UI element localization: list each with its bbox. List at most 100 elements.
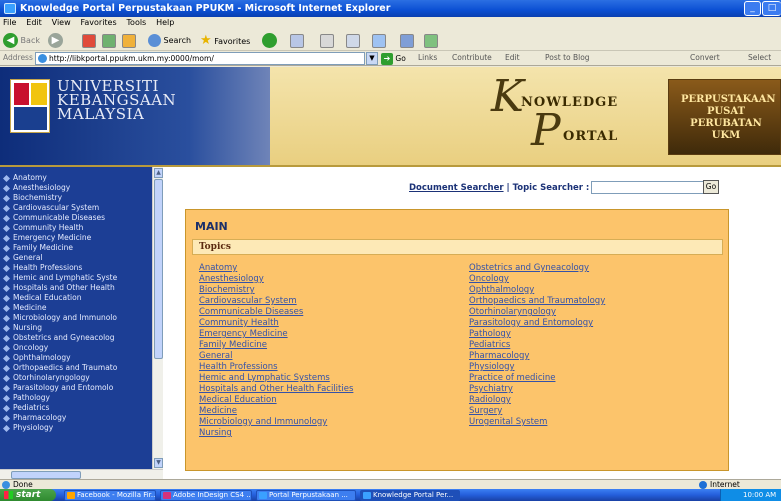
topic-link[interactable]: Pediatrics bbox=[469, 340, 605, 351]
topic-search-go-button[interactable]: Go bbox=[703, 180, 719, 194]
contribute-button[interactable]: Contribute bbox=[452, 53, 492, 62]
edit-button[interactable]: Edit bbox=[505, 53, 520, 62]
menu-edit[interactable]: Edit bbox=[26, 18, 42, 27]
sidebar-item[interactable]: Communicable Diseases bbox=[0, 213, 152, 223]
select-button[interactable]: Select bbox=[748, 53, 771, 62]
convert-button[interactable]: Convert bbox=[690, 53, 720, 62]
search-button[interactable]: Search bbox=[148, 32, 191, 49]
sidebar-item[interactable]: Medical Education bbox=[0, 293, 152, 303]
topic-link[interactable]: Practice of medicine bbox=[469, 373, 605, 384]
sidebar-item[interactable]: Oncology bbox=[0, 343, 152, 353]
sidebar-item[interactable]: Emergency Medicine bbox=[0, 233, 152, 243]
sidebar-item[interactable]: Nursing bbox=[0, 323, 152, 333]
menu-help[interactable]: Help bbox=[156, 18, 174, 27]
topic-link[interactable]: Orthopaedics and Traumatology bbox=[469, 296, 605, 307]
topic-link[interactable]: Pharmacology bbox=[469, 351, 605, 362]
sidebar-item[interactable]: Anesthesiology bbox=[0, 183, 152, 193]
menu-file[interactable]: File bbox=[3, 18, 16, 27]
sidebar-item[interactable]: Orthopaedics and Traumato bbox=[0, 363, 152, 373]
topic-link[interactable]: Anesthesiology bbox=[199, 274, 353, 285]
topic-link[interactable]: Family Medicine bbox=[199, 340, 353, 351]
topic-link[interactable]: Surgery bbox=[469, 406, 605, 417]
topic-link[interactable]: Biochemistry bbox=[199, 285, 353, 296]
topic-link[interactable]: Parasitology and Entomology bbox=[469, 318, 605, 329]
topic-link[interactable]: Obstetrics and Gyneacology bbox=[469, 263, 605, 274]
sidebar-item[interactable]: Microbiology and Immunolo bbox=[0, 313, 152, 323]
sidebar-item[interactable]: Pediatrics bbox=[0, 403, 152, 413]
sidebar-item[interactable]: Physiology bbox=[0, 423, 152, 433]
address-dropdown-button[interactable]: ▼ bbox=[366, 52, 378, 65]
history-button[interactable] bbox=[262, 32, 277, 49]
document-searcher-link[interactable]: Document Searcher bbox=[409, 183, 504, 193]
topic-link[interactable]: Ophthalmology bbox=[469, 285, 605, 296]
topic-link[interactable]: Hemic and Lymphatic Systems bbox=[199, 373, 353, 384]
home-button[interactable] bbox=[122, 32, 136, 49]
stop-button[interactable] bbox=[82, 32, 96, 49]
topic-link[interactable]: Health Professions bbox=[199, 362, 353, 373]
favorites-button[interactable]: ★ Favorites bbox=[200, 32, 250, 49]
sidebar-item[interactable]: Medicine bbox=[0, 303, 152, 313]
scrollbar-thumb[interactable] bbox=[154, 179, 163, 359]
topic-link[interactable]: Anatomy bbox=[199, 263, 353, 274]
sidebar-item[interactable]: Obstetrics and Gyneacolog bbox=[0, 333, 152, 343]
topic-link[interactable]: Radiology bbox=[469, 395, 605, 406]
sidebar-item[interactable]: Cardiovascular System bbox=[0, 203, 152, 213]
topic-link[interactable]: Medicine bbox=[199, 406, 353, 417]
topic-link[interactable]: Urogenital System bbox=[469, 417, 605, 428]
topic-link[interactable]: Oncology bbox=[469, 274, 605, 285]
post-to-blog-button[interactable]: Post to Blog bbox=[545, 53, 590, 62]
back-button[interactable]: ◀ Back bbox=[3, 32, 40, 49]
topic-link[interactable]: Medical Education bbox=[199, 395, 353, 406]
mail-button[interactable] bbox=[290, 32, 304, 49]
edit-page-button[interactable] bbox=[346, 32, 360, 49]
sidebar-vertical-scrollbar[interactable]: ▲ ▼ bbox=[152, 167, 163, 469]
print-button[interactable] bbox=[320, 32, 334, 49]
menu-view[interactable]: View bbox=[52, 18, 71, 27]
scroll-down-arrow-icon[interactable]: ▼ bbox=[154, 458, 163, 468]
messenger-button[interactable] bbox=[424, 32, 438, 49]
sidebar-item[interactable]: Community Health bbox=[0, 223, 152, 233]
minimize-button[interactable]: _ bbox=[744, 1, 761, 16]
topic-link[interactable]: Nursing bbox=[199, 428, 353, 439]
topic-search-input[interactable] bbox=[591, 181, 717, 194]
maximize-button[interactable]: □ bbox=[762, 1, 781, 16]
menu-tools[interactable]: Tools bbox=[127, 18, 147, 27]
topic-link[interactable]: Physiology bbox=[469, 362, 605, 373]
taskbar-item-indesign[interactable]: Adobe InDesign CS4 ... bbox=[160, 490, 252, 501]
refresh-button[interactable] bbox=[102, 32, 116, 49]
topic-link[interactable]: Microbiology and Immunology bbox=[199, 417, 353, 428]
address-input[interactable]: http://libkportal.ppukm.ukm.my:0000/mom/ bbox=[35, 52, 365, 65]
sidebar-item[interactable]: Health Professions bbox=[0, 263, 152, 273]
taskbar-item-knowledge-portal[interactable]: Knowledge Portal Per... bbox=[360, 490, 460, 501]
discuss-button[interactable] bbox=[372, 32, 386, 49]
sidebar-item[interactable]: Family Medicine bbox=[0, 243, 152, 253]
sidebar-item[interactable]: Hemic and Lymphatic Syste bbox=[0, 273, 152, 283]
menu-favorites[interactable]: Favorites bbox=[81, 18, 117, 27]
research-button[interactable] bbox=[400, 32, 414, 49]
topic-link[interactable]: Emergency Medicine bbox=[199, 329, 353, 340]
hscrollbar-thumb[interactable] bbox=[11, 471, 81, 479]
start-button[interactable]: start bbox=[0, 489, 56, 501]
sidebar-item[interactable]: General bbox=[0, 253, 152, 263]
go-button[interactable]: ➔ Go bbox=[381, 52, 406, 65]
topic-link[interactable]: General bbox=[199, 351, 353, 362]
sidebar-item[interactable]: Biochemistry bbox=[0, 193, 152, 203]
sidebar-item[interactable]: Parasitology and Entomolo bbox=[0, 383, 152, 393]
scroll-up-arrow-icon[interactable]: ▲ bbox=[154, 168, 163, 178]
topic-link[interactable]: Pathology bbox=[469, 329, 605, 340]
topic-link[interactable]: Community Health bbox=[199, 318, 353, 329]
topic-link[interactable]: Cardiovascular System bbox=[199, 296, 353, 307]
sidebar-item[interactable]: Ophthalmology bbox=[0, 353, 152, 363]
taskbar-item-firefox[interactable]: Facebook - Mozilla Fir... bbox=[64, 490, 156, 501]
topic-link[interactable]: Hospitals and Other Health Facilities bbox=[199, 384, 353, 395]
sidebar-item[interactable]: Hospitals and Other Health bbox=[0, 283, 152, 293]
links-toolbar[interactable]: Links bbox=[418, 53, 437, 62]
forward-button[interactable]: ▶ bbox=[48, 32, 63, 49]
topic-link[interactable]: Psychiatry bbox=[469, 384, 605, 395]
sidebar-item[interactable]: Pharmacology bbox=[0, 413, 152, 423]
sidebar-horizontal-scrollbar[interactable] bbox=[0, 469, 163, 479]
sidebar-item[interactable]: Anatomy bbox=[0, 173, 152, 183]
taskbar-item-portal[interactable]: Portal Perpustakaan ... bbox=[256, 490, 356, 501]
clock[interactable]: 10:00 AM bbox=[743, 491, 776, 499]
topic-link[interactable]: Otorhinolaryngology bbox=[469, 307, 605, 318]
